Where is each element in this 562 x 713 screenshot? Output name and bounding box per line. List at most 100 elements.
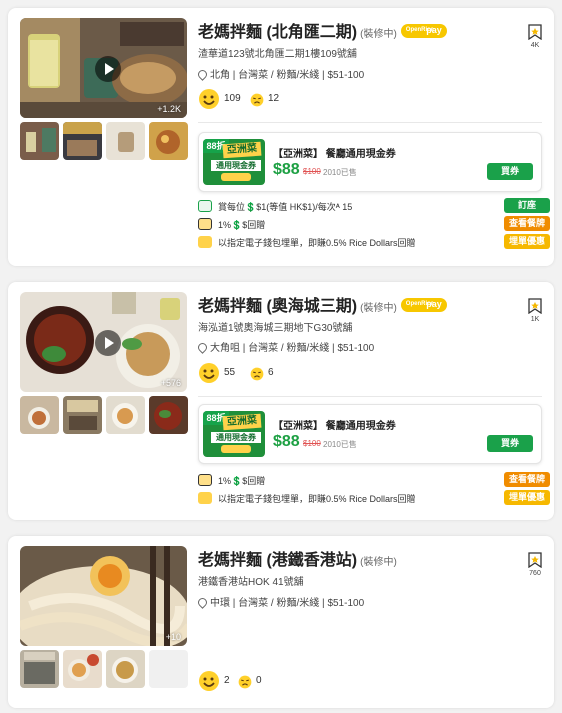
cry-face-icon: [250, 367, 264, 381]
smile-count: 55: [224, 367, 236, 378]
voucher-original-price: $100: [303, 167, 321, 176]
cry-count: 6: [268, 367, 274, 378]
thumbnail[interactable]: [63, 650, 102, 688]
cry-count: 12: [268, 93, 280, 104]
restaurant-name[interactable]: 老媽拌麵 (奧海城三期) (裝修中) OpenRice pay: [198, 292, 447, 316]
bookmark-count: 1K: [530, 316, 540, 323]
thumbnail[interactable]: [20, 122, 59, 160]
bookmark-icon: [528, 298, 542, 314]
pay-icon: [198, 492, 212, 504]
coin-icon: [198, 474, 212, 486]
thumbnail-strip: [20, 122, 190, 162]
price-range: $51-100: [327, 70, 365, 81]
payment-offer-button[interactable]: 埋單優惠: [504, 490, 550, 505]
photo-count: +1.2K: [157, 104, 181, 114]
photo-count: +576: [160, 378, 181, 388]
coin-icon: [198, 218, 212, 230]
restaurant-name[interactable]: 老媽拌麵 (北角匯二期) (裝修中) OpenRice pay: [198, 18, 447, 42]
restaurant-name-text: 老媽拌麵 (北角匯二期): [198, 24, 358, 41]
smile-face-icon: [199, 671, 219, 691]
promo-text: 以指定電子錢包埋單，即賺0.5% Rice Dollars回贈: [218, 494, 416, 504]
promo-row: 1%💲$回贈 查看餐牌: [198, 472, 550, 488]
voucher-sold-count: 2010已售: [323, 168, 357, 177]
address: 海泓道1號奧海城三期地下G30號舖: [198, 323, 353, 334]
thumbnail-strip: [20, 650, 190, 690]
play-video-button[interactable]: [95, 56, 121, 82]
buy-voucher-button[interactable]: 買券: [487, 163, 533, 180]
thumbnail[interactable]: [20, 396, 59, 434]
voucher-price: $88: [273, 433, 300, 450]
restaurant-name-text: 老媽拌麵 (港鐵香港站): [198, 552, 358, 569]
district[interactable]: 大角咀: [210, 343, 240, 354]
thumbnail-placeholder: [149, 650, 188, 688]
voucher-image: 88折 亞洲菜 通用現金券: [203, 411, 265, 457]
district[interactable]: 中環: [210, 598, 230, 609]
promo-row: 以指定電子錢包埋單，即賺0.5% Rice Dollars回贈 埋單優惠: [198, 234, 550, 250]
cry-count: 0: [256, 675, 262, 686]
promo-text: 賞每位💲$1(等值 HK$1)/每次ᴬ 15: [218, 202, 353, 212]
voucher-original-price: $100: [303, 439, 321, 448]
restaurant-photo[interactable]: +576: [20, 292, 187, 392]
play-video-button[interactable]: [95, 330, 121, 356]
smile-face-icon: [199, 363, 219, 383]
location-pin-icon: [198, 343, 205, 352]
cuisine[interactable]: 台灣菜 / 粉麵/米綫: [238, 70, 319, 81]
restaurant-name[interactable]: 老媽拌麵 (港鐵香港站) (裝修中): [198, 546, 397, 570]
buy-voucher-button[interactable]: 買券: [487, 435, 533, 452]
smile-face-icon: [199, 89, 219, 109]
promo-row: 以指定電子錢包埋單，即賺0.5% Rice Dollars回贈 埋單優惠: [198, 490, 550, 506]
thumbnail[interactable]: [106, 396, 145, 434]
bookmark-count: 760: [529, 570, 541, 577]
promo-row: 1%💲$回贈 查看餐牌: [198, 216, 550, 232]
restaurant-photo[interactable]: +10: [20, 546, 187, 646]
cuisine[interactable]: 台灣菜 / 粉麵/米綫: [248, 343, 329, 354]
openrice-pay-badge: OpenRice pay: [400, 297, 447, 312]
voucher-price: $88: [273, 161, 300, 178]
thumbnail[interactable]: [149, 122, 188, 160]
thumbnail[interactable]: [63, 122, 102, 160]
address: 渣華道123號北角匯二期1樓109號舖: [198, 49, 357, 60]
divider: [198, 396, 542, 397]
thumbnail-strip: [20, 396, 190, 436]
restaurant-card[interactable]: +10 老媽拌麵 (港鐵香港站) (裝修中) 港鐵香港站HOK 41號舖 中環 |…: [8, 536, 554, 708]
thumbnail[interactable]: [20, 650, 59, 688]
smile-count: 109: [224, 93, 241, 104]
restaurant-card[interactable]: +1.2K 老媽拌麵 (北角匯二期) (裝修中) OpenRice pay 渣華道12…: [8, 8, 554, 266]
voucher-sold-count: 2010已售: [323, 440, 357, 449]
status-label: (裝修中): [360, 557, 397, 568]
category-line: 中環 | 台灣菜 / 粉麵/米綫 | $51-100: [198, 594, 364, 609]
cry-face-icon: [250, 93, 264, 107]
restaurant-photo[interactable]: +1.2K: [20, 18, 187, 118]
voucher-card[interactable]: 88折 亞洲菜 通用現金券 【亞洲菜】 餐廳通用現金券 $88 $100 201…: [198, 132, 542, 192]
category-line: 北角 | 台灣菜 / 粉麵/米綫 | $51-100: [198, 66, 364, 81]
thumbnail[interactable]: [149, 396, 188, 434]
thumbnail[interactable]: [106, 122, 145, 160]
book-table-button[interactable]: 訂座: [504, 198, 550, 213]
promo-row: 賞每位💲$1(等值 HK$1)/每次ᴬ 15 訂座: [198, 198, 550, 214]
restaurant-name-text: 老媽拌麵 (奧海城三期): [198, 298, 358, 315]
category-line: 大角咀 | 台灣菜 / 粉麵/米綫 | $51-100: [198, 339, 374, 354]
promo-text: 1%💲$回贈: [218, 220, 266, 230]
cash-icon: [198, 200, 212, 212]
cry-face-icon: [238, 675, 252, 689]
district[interactable]: 北角: [210, 70, 230, 81]
voucher-title: 【亞洲菜】 餐廳通用現金券: [273, 149, 396, 160]
cuisine[interactable]: 台灣菜 / 粉麵/米綫: [238, 598, 319, 609]
voucher-card[interactable]: 88折 亞洲菜 通用現金券 【亞洲菜】 餐廳通用現金券 $88 $100 201…: [198, 404, 542, 464]
address: 港鐵香港站HOK 41號舖: [198, 577, 304, 588]
restaurant-card[interactable]: +576 老媽拌麵 (奧海城三期) (裝修中) OpenRice pay 海泓道1號奧…: [8, 282, 554, 520]
location-pin-icon: [198, 598, 205, 607]
voucher-title: 【亞洲菜】 餐廳通用現金券: [273, 421, 396, 432]
price-range: $51-100: [337, 343, 375, 354]
payment-offer-button[interactable]: 埋單優惠: [504, 234, 550, 249]
thumbnail[interactable]: [63, 396, 102, 434]
thumbnail[interactable]: [106, 650, 145, 688]
view-menu-button[interactable]: 查看餐牌: [504, 472, 550, 487]
openrice-pay-badge: OpenRice pay: [400, 23, 447, 38]
status-label: (裝修中): [360, 29, 397, 40]
smile-count: 2: [224, 675, 230, 686]
view-menu-button[interactable]: 查看餐牌: [504, 216, 550, 231]
photo-count: +10: [165, 632, 181, 642]
divider: [198, 122, 542, 123]
location-pin-icon: [198, 70, 205, 79]
